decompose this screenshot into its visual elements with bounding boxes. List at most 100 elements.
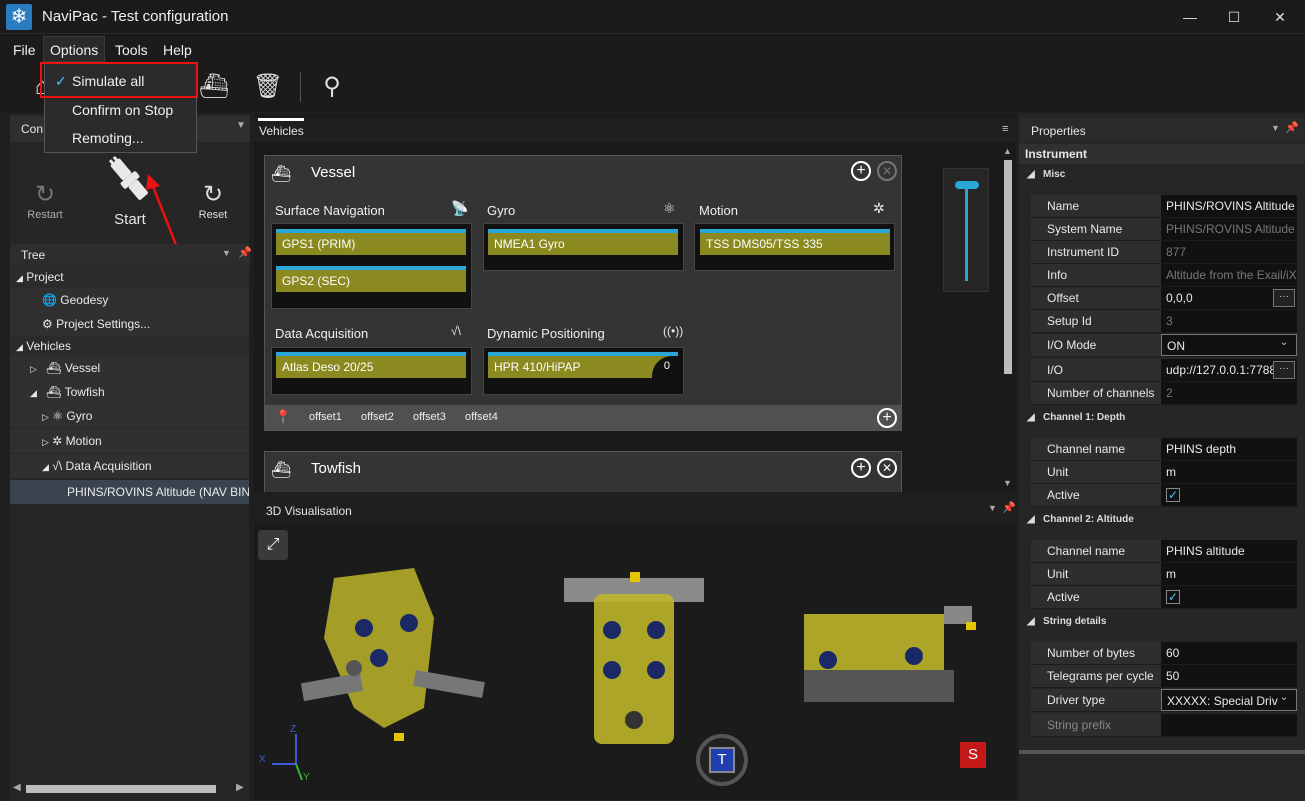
group-title: Data Acquisition bbox=[275, 326, 369, 341]
menu-options[interactable]: Options bbox=[50, 42, 98, 58]
prop-value[interactable] bbox=[1161, 714, 1297, 736]
active-checkbox[interactable]: ✓ bbox=[1166, 590, 1180, 604]
tree-item-vehicles[interactable]: ◢ Vehicles bbox=[10, 336, 249, 356]
chevron-down-icon[interactable]: ▼ bbox=[1271, 123, 1280, 133]
side-view-badge[interactable]: S bbox=[960, 742, 986, 768]
section-channel-1[interactable]: ◢ Channel 1: Depth bbox=[1027, 412, 1125, 423]
top-view-button[interactable]: T bbox=[696, 734, 748, 786]
visualisation-viewport[interactable]: ⤢ T S Z X Y bbox=[254, 522, 1016, 800]
offset-item[interactable]: offset1 bbox=[309, 411, 342, 423]
instrument-gps1[interactable]: GPS1 (PRIM) bbox=[276, 229, 466, 255]
collapse-icon[interactable]: ◢ bbox=[16, 273, 23, 283]
prop-row: Instrument ID 877 bbox=[1031, 241, 1297, 264]
minimize-button[interactable]: — bbox=[1178, 6, 1202, 28]
prop-row: I/O Mode ON ⌄ bbox=[1031, 334, 1297, 357]
chevron-down-icon[interactable]: ⌄ bbox=[1273, 336, 1295, 354]
zoom-slider[interactable] bbox=[943, 168, 989, 292]
prop-value[interactable]: m bbox=[1161, 461, 1297, 483]
slider-thumb[interactable] bbox=[955, 181, 979, 189]
collapse-icon[interactable]: ◢ bbox=[42, 462, 49, 472]
offset-item[interactable]: offset4 bbox=[465, 411, 498, 423]
menu-icon[interactable]: ≡ bbox=[1002, 123, 1008, 135]
tree-item-gyro[interactable]: ▷ ⚛ Gyro bbox=[10, 404, 249, 428]
pin-icon[interactable]: 📌 bbox=[1285, 121, 1299, 134]
instrument-nmea1-gyro[interactable]: NMEA1 Gyro bbox=[488, 229, 678, 255]
pin-icon[interactable]: 📌 bbox=[238, 246, 252, 259]
prop-row: Active ✓ bbox=[1031, 586, 1297, 609]
add-button[interactable]: + bbox=[851, 458, 871, 478]
window-title: NaviPac - Test configuration bbox=[42, 8, 229, 25]
tab-vehicles[interactable]: Vehicles bbox=[259, 124, 304, 138]
section-label: Misc bbox=[1043, 169, 1066, 180]
chevron-down-icon[interactable]: ⌄ bbox=[1273, 691, 1295, 709]
offset-item[interactable]: offset2 bbox=[361, 411, 394, 423]
chevron-down-icon[interactable]: ▼ bbox=[988, 503, 997, 513]
scrollbar-thumb[interactable] bbox=[1004, 160, 1012, 374]
scrollbar-thumb[interactable] bbox=[26, 785, 216, 793]
prop-value[interactable]: m bbox=[1161, 563, 1297, 585]
pin-icon[interactable]: 📌 bbox=[1002, 501, 1016, 514]
instrument-atlas-deso[interactable]: Atlas Deso 20/25 bbox=[276, 352, 466, 378]
expand-icon[interactable]: ▷ bbox=[42, 437, 49, 447]
tree-item-geodesy[interactable]: 🌐 Geodesy bbox=[10, 288, 249, 312]
collapse-icon[interactable]: ◢ bbox=[30, 388, 37, 398]
prop-value[interactable]: PHINS altitude bbox=[1161, 540, 1297, 562]
scroll-up-icon[interactable]: ▲ bbox=[1003, 146, 1012, 156]
menu-help[interactable]: Help bbox=[163, 42, 192, 58]
prop-row: String prefix bbox=[1031, 714, 1297, 737]
offset-item[interactable]: offset3 bbox=[413, 411, 446, 423]
tab-indicator bbox=[258, 118, 304, 121]
fullscreen-icon[interactable]: ⤢ bbox=[258, 530, 288, 560]
instrument-gps2[interactable]: GPS2 (SEC) bbox=[276, 266, 466, 292]
active-checkbox[interactable]: ✓ bbox=[1166, 488, 1180, 502]
prop-value[interactable]: 50 bbox=[1161, 665, 1297, 687]
tool-key-icon[interactable]: ⚲ bbox=[314, 70, 350, 104]
prop-name: Setup Id bbox=[1031, 310, 1161, 332]
scroll-right-icon[interactable]: ▶ bbox=[236, 782, 244, 793]
scroll-left-icon[interactable]: ◀ bbox=[13, 782, 21, 793]
maximize-button[interactable]: ☐ bbox=[1222, 6, 1246, 28]
section-misc[interactable]: ◢ Misc bbox=[1027, 169, 1065, 180]
close-button[interactable]: ✕ bbox=[1268, 6, 1292, 28]
add-vehicle-icon[interactable]: ⛴ bbox=[196, 70, 232, 104]
menu-item-remoting[interactable]: Remoting... bbox=[45, 125, 196, 151]
tree-item-phins-altitude[interactable]: PHINS/ROVINS Altitude (NAV BINA bbox=[10, 480, 249, 504]
reset-button[interactable]: ↻ Reset bbox=[190, 180, 236, 221]
instrument-hpr410[interactable]: HPR 410/HiPAP bbox=[488, 352, 678, 378]
horizontal-scrollbar[interactable]: ◀ ▶ bbox=[10, 780, 249, 798]
tree-item-motion[interactable]: ▷ ✲ Motion bbox=[10, 429, 249, 453]
prop-name: System Name bbox=[1031, 218, 1161, 240]
ellipsis-button[interactable]: ··· bbox=[1273, 289, 1295, 307]
highlight-annotation bbox=[40, 62, 198, 98]
menu-item-confirm-on-stop[interactable]: Confirm on Stop bbox=[45, 97, 196, 123]
restart-button[interactable]: ↻ Restart bbox=[22, 180, 68, 221]
chevron-down-icon[interactable]: ▼ bbox=[236, 120, 246, 131]
tree-item-vessel[interactable]: ▷ ⛴ Vessel bbox=[10, 356, 249, 380]
delete-icon[interactable]: 🗑 bbox=[250, 70, 286, 104]
collapse-icon[interactable]: ◢ bbox=[16, 342, 23, 352]
chevron-down-icon[interactable]: ▼ bbox=[222, 248, 231, 258]
ellipsis-button[interactable]: ··· bbox=[1273, 361, 1295, 379]
tree-item-towfish[interactable]: ◢ ⛴ Towfish bbox=[10, 380, 249, 404]
prop-value[interactable]: 60 bbox=[1161, 642, 1297, 664]
expand-icon[interactable]: ▷ bbox=[30, 364, 37, 374]
tree-item-data-acquisition[interactable]: ◢ √\ Data Acquisition bbox=[10, 454, 249, 478]
prop-value[interactable]: PHINS depth bbox=[1161, 438, 1297, 460]
expand-icon[interactable]: ▷ bbox=[42, 412, 49, 422]
add-offset-button[interactable]: + bbox=[877, 408, 897, 428]
vertical-scrollbar[interactable]: ▲ ▼ bbox=[1001, 146, 1015, 492]
add-button[interactable]: + bbox=[851, 161, 871, 181]
remove-button[interactable]: ✕ bbox=[877, 161, 897, 181]
section-channel-2[interactable]: ◢ Channel 2: Altitude bbox=[1027, 514, 1134, 525]
section-string-details[interactable]: ◢ String details bbox=[1027, 616, 1106, 627]
menu-file[interactable]: File bbox=[13, 42, 36, 58]
tree-item-project-settings[interactable]: ⚙ Project Settings... bbox=[10, 312, 249, 336]
tree-item-project[interactable]: ◢ Project bbox=[10, 266, 249, 288]
tree-item-label: PHINS/ROVINS Altitude (NAV BINA bbox=[67, 485, 249, 499]
menu-tools[interactable]: Tools bbox=[115, 42, 148, 58]
remove-button[interactable]: ✕ bbox=[877, 458, 897, 478]
prop-row: Unit m bbox=[1031, 461, 1297, 484]
prop-value[interactable]: PHINS/ROVINS Altitude bbox=[1161, 195, 1297, 217]
scroll-down-icon[interactable]: ▼ bbox=[1003, 478, 1012, 488]
instrument-tss[interactable]: TSS DMS05/TSS 335 bbox=[700, 229, 890, 255]
